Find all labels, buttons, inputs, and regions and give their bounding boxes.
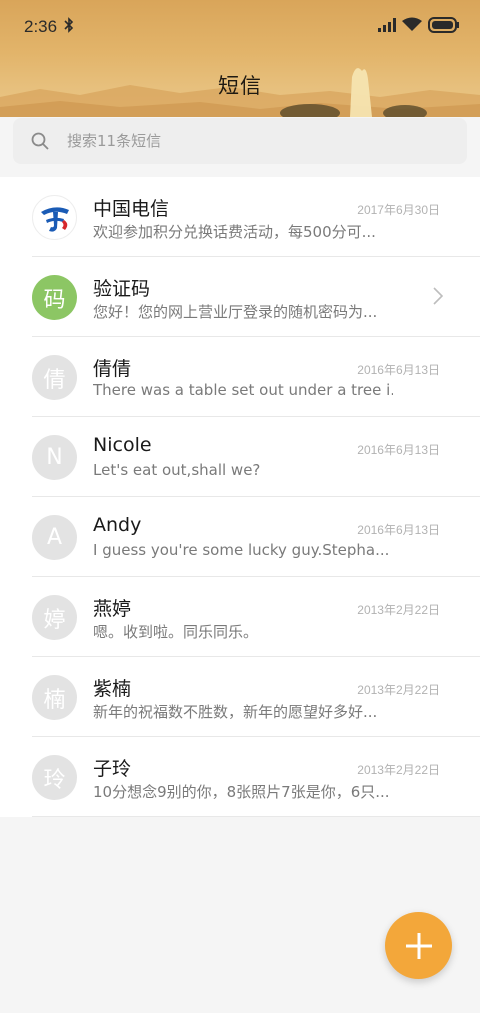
message-date: 2017年6月30日 xyxy=(357,203,440,217)
contact-name: 验证码 xyxy=(93,278,151,300)
message-snippet: 嗯。收到啦。同乐同乐。 xyxy=(93,623,259,641)
message-date: 2016年6月13日 xyxy=(357,363,440,377)
contact-name: 子玲 xyxy=(93,758,132,780)
conversation-row[interactable]: 楠 紫楠 新年的祝福数不胜数，新年的愿望好多好... 2013年2月22日 xyxy=(0,657,480,737)
status-time: 2:36 xyxy=(24,17,58,36)
avatar: 楠 xyxy=(32,675,77,720)
bluetooth-icon xyxy=(64,17,74,33)
chevron-right-icon xyxy=(433,287,443,305)
message-date: 2016年6月13日 xyxy=(357,443,440,457)
battery-icon xyxy=(428,17,459,33)
message-snippet: 新年的祝福数不胜数，新年的愿望好多好... xyxy=(93,703,378,721)
message-snippet: 欢迎参加积分兑换话费活动，每500分可... xyxy=(93,223,376,241)
message-date: 2016年6月13日 xyxy=(357,523,440,537)
message-date: 2013年2月22日 xyxy=(357,763,440,777)
avatar: 婷 xyxy=(32,595,77,640)
new-message-button[interactable] xyxy=(385,912,452,979)
conversation-row[interactable]: 婷 燕婷 嗯。收到啦。同乐同乐。 2013年2月22日 xyxy=(0,577,480,657)
contact-name: Nicole xyxy=(93,434,152,456)
message-snippet: 10分想念9别的你，8张照片7张是你，6只... xyxy=(93,783,390,801)
conversation-row[interactable]: N Nicole Let's eat out,shall we? 2016年6月… xyxy=(0,417,480,497)
header-banner: 2:36 短信 xyxy=(0,0,480,117)
wifi-icon xyxy=(402,17,422,31)
avatar: N xyxy=(32,435,77,480)
avatar: A xyxy=(32,515,77,560)
avatar xyxy=(32,195,77,240)
contact-name: 紫楠 xyxy=(93,678,132,700)
message-date: 2013年2月22日 xyxy=(357,683,440,697)
conversation-row[interactable]: A Andy I guess you're some lucky guy.Ste… xyxy=(0,497,480,577)
contact-name: 燕婷 xyxy=(93,598,132,620)
message-snippet: Let's eat out,shall we? xyxy=(93,461,261,479)
signal-icon xyxy=(378,18,396,32)
search-bar[interactable]: 搜索11条短信 xyxy=(13,118,467,164)
search-input[interactable]: 搜索11条短信 xyxy=(67,130,161,151)
contact-name: Andy xyxy=(93,514,142,536)
plus-icon xyxy=(405,932,432,959)
contact-name: 倩倩 xyxy=(93,358,132,380)
message-date: 2013年2月22日 xyxy=(357,603,440,617)
contact-name: 中国电信 xyxy=(93,198,170,220)
avatar: 码 xyxy=(32,275,77,320)
china-telecom-logo-icon xyxy=(40,206,69,232)
page-title: 短信 xyxy=(218,74,262,98)
message-snippet: There was a table set out under a tree i… xyxy=(93,381,393,399)
conversation-row[interactable]: 倩 倩倩 There was a table set out under a t… xyxy=(0,337,480,417)
message-snippet: 您好！您的网上营业厅登录的随机密码为... xyxy=(93,303,378,321)
search-icon xyxy=(31,132,49,150)
conversation-row[interactable]: 玲 子玲 10分想念9别的你，8张照片7张是你，6只... 2013年2月22日 xyxy=(0,737,480,817)
status-bar: 2:36 xyxy=(0,0,480,52)
avatar: 玲 xyxy=(32,755,77,800)
avatar: 倩 xyxy=(32,355,77,400)
conversation-row[interactable]: 中国电信 欢迎参加积分兑换话费活动，每500分可... 2017年6月30日 xyxy=(0,177,480,257)
message-snippet: I guess you're some lucky guy.Stepha... xyxy=(93,541,390,559)
conversation-row[interactable]: 码 验证码 您好！您的网上营业厅登录的随机密码为... xyxy=(0,257,480,337)
divider xyxy=(32,816,480,817)
conversation-list: 中国电信 欢迎参加积分兑换话费活动，每500分可... 2017年6月30日 码… xyxy=(0,177,480,817)
